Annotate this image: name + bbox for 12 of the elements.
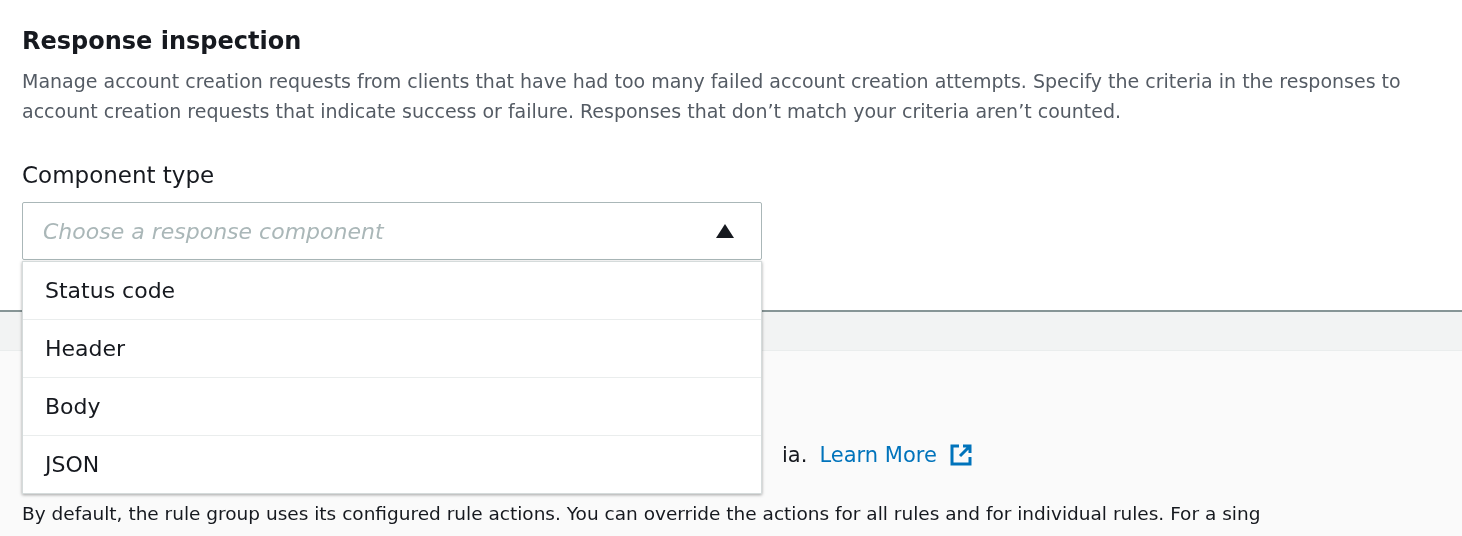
dropdown-option[interactable]: Header bbox=[23, 319, 761, 377]
dropdown-option[interactable]: Body bbox=[23, 377, 761, 435]
caret-icon bbox=[715, 223, 735, 239]
info-text: ia. bbox=[782, 443, 808, 467]
rule-actions-note: By default, the rule group uses its configured rule actions. You can override the actions for all rules and for individual rules. For a sing bbox=[22, 503, 1262, 524]
field-label: Component type bbox=[22, 161, 216, 190]
learn-more-link[interactable]: Learn More bbox=[819, 443, 973, 467]
external-link-icon bbox=[948, 443, 973, 467]
dropdown-option[interactable]: Status code bbox=[23, 262, 761, 319]
dropdown-option[interactable]: JSON bbox=[23, 435, 761, 493]
section-description: Manage account creation requests from clients that have had too many failed account creation attempts. Specify the criteria in the responses to account creation requests that indicate success or failure. Responses that don’t match your criteria aren’t counted. bbox=[22, 69, 1402, 124]
section-title: Response inspection bbox=[22, 26, 303, 57]
